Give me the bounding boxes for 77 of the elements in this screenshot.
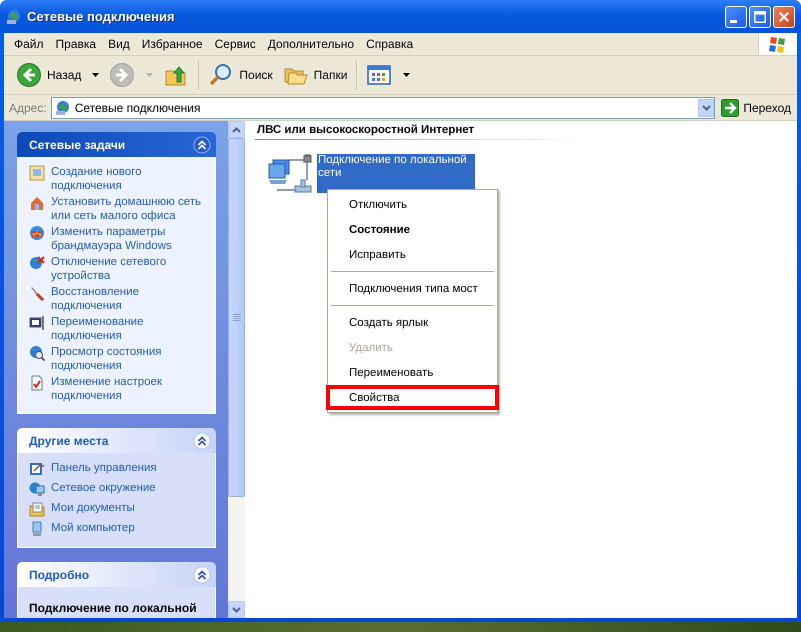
folder-documents-icon	[29, 501, 45, 517]
minimize-icon	[730, 20, 737, 23]
scroll-down-button[interactable]	[228, 601, 245, 618]
maximize-button[interactable]	[749, 6, 771, 28]
task-link[interactable]: Восстановление подключения	[51, 285, 205, 313]
dropdown-button[interactable]	[698, 98, 714, 116]
minimize-button[interactable]	[725, 6, 747, 28]
chevron-up-icon	[232, 126, 241, 132]
windows-logo-icon	[768, 34, 788, 54]
menu-item[interactable]: Подключения типа мост	[349, 282, 478, 294]
menu-item[interactable]: Исправить	[349, 248, 406, 260]
task-link[interactable]: Мой компьютер	[51, 521, 135, 535]
window-title: Сетевые подключения	[27, 9, 176, 24]
pane-header[interactable]: Другие места	[17, 428, 216, 453]
globe-icon	[54, 100, 71, 116]
globe-icon	[6, 8, 22, 24]
address-label: Адрес:	[9, 100, 47, 114]
grip-icon	[232, 314, 240, 321]
dropdown-arrow-icon	[146, 73, 154, 77]
network-globe-icon	[29, 481, 45, 497]
dropdown-arrow-icon	[403, 73, 410, 77]
close-button[interactable]	[773, 6, 795, 28]
menu-item[interactable]: Правка	[50, 37, 102, 51]
menu-item[interactable]: Свойства	[349, 392, 400, 404]
go-button[interactable]: Переход	[719, 98, 793, 116]
wrench-icon	[29, 285, 45, 301]
task-link[interactable]: Мои документы	[51, 501, 135, 515]
menu-item[interactable]: Создать ярлык	[349, 316, 428, 328]
task-link[interactable]: Установить домашнюю сеть или сеть малого офиса	[51, 195, 205, 223]
task-link[interactable]: Переименование подключения	[51, 315, 205, 343]
new-connection-icon	[29, 165, 45, 181]
menu-item[interactable]: Сервис	[208, 37, 262, 51]
collapse-icon	[193, 432, 211, 450]
search-button[interactable]: Поиск	[204, 60, 277, 90]
address-field[interactable]: Сетевые подключения	[50, 96, 716, 118]
task-link[interactable]: Отключение сетевого устройства	[51, 255, 205, 283]
task-link[interactable]: Изменить параметры брандмауэра Windows	[51, 225, 205, 253]
details-title: Подключение по локальной	[29, 601, 198, 615]
control-panel-icon	[29, 461, 45, 477]
dropdown-arrow-icon	[92, 73, 100, 77]
menu-item[interactable]: Файл	[8, 37, 50, 51]
menu-item[interactable]: Отключить	[349, 198, 408, 210]
house-icon	[29, 195, 45, 211]
task-link[interactable]: Изменение настроек подключения	[51, 375, 205, 403]
pane-header[interactable]: Подробно	[17, 562, 216, 587]
task-link[interactable]: Просмотр состояния подключения	[51, 345, 205, 373]
chevron-down-icon	[702, 104, 711, 110]
collapse-icon	[193, 136, 211, 154]
right-arrow-icon	[721, 98, 740, 116]
globe-x-icon	[29, 255, 45, 271]
back-button[interactable]: Назад	[12, 60, 104, 90]
connection-label[interactable]: Подключение по локальной сети	[317, 154, 475, 193]
task-link[interactable]: Создание нового подключения	[51, 165, 205, 193]
brick-wall-icon	[29, 225, 45, 241]
menu-item[interactable]: Справка	[360, 37, 420, 51]
pane-header[interactable]: Сетевые задачи	[17, 132, 216, 157]
document-check-icon	[29, 375, 45, 391]
pane-title: Подробно	[29, 568, 90, 582]
menu-item[interactable]: Вид	[102, 37, 136, 51]
monitor-icon	[29, 315, 45, 331]
scroll-thumb[interactable]	[228, 138, 245, 497]
scroll-up-button[interactable]	[228, 121, 245, 138]
group-header: ЛВС или высокоскоростной Интернет	[255, 121, 584, 140]
globe-magnifier-icon	[29, 345, 45, 361]
folders-button[interactable]: Папки	[278, 60, 352, 90]
task-link[interactable]: Панель управления	[51, 461, 157, 475]
pane-title: Другие места	[29, 434, 108, 448]
task-link[interactable]: Сетевое окружение	[51, 481, 156, 495]
scrollbar[interactable]	[228, 121, 245, 618]
menu-item[interactable]: Переименовать	[349, 366, 434, 378]
menu-item[interactable]: Дополнительно	[262, 37, 360, 51]
collapse-icon	[193, 566, 211, 584]
menu-item[interactable]: Избранное	[136, 37, 209, 51]
menu-item[interactable]: Состояние	[349, 224, 410, 236]
chevron-down-icon	[232, 606, 241, 612]
connection-name: Подключение по локальной сети	[318, 154, 468, 180]
pane-title: Сетевые задачи	[29, 138, 126, 152]
